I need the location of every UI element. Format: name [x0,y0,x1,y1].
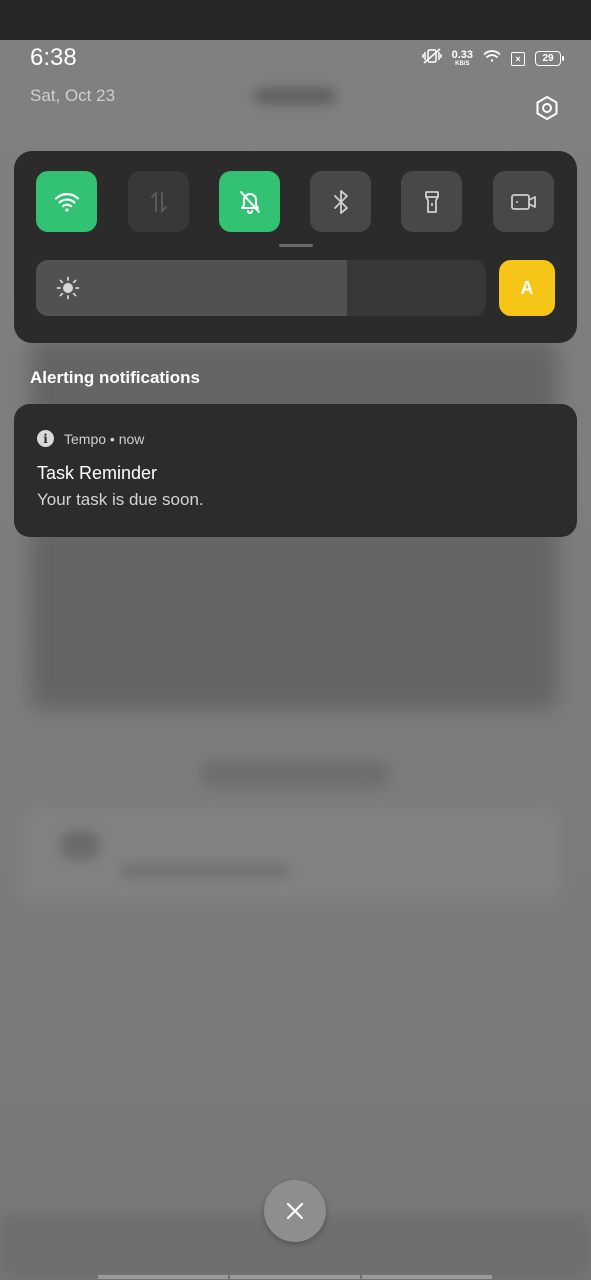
flashlight-tile[interactable] [401,171,462,232]
notification-body: Your task is due soon. [37,490,204,509]
background-app-title [255,88,335,104]
background-app-avatar [60,830,100,860]
gesture-bar-segment [230,1275,360,1279]
video-camera-icon [510,193,536,210]
notification-header: i Tempo • now [37,430,144,447]
background-app-button [200,760,390,788]
section-heading-alerting: Alerting notifications [30,368,200,387]
notification-title: Task Reminder [37,463,158,483]
no-sim-icon: × [511,51,525,66]
wifi-status-icon [483,49,501,68]
network-speed: 0.33 KB/S [451,49,473,68]
notification-app-name: Tempo [64,430,107,447]
bell-off-icon [239,190,260,214]
info-icon: i [37,430,54,447]
wifi-icon [54,192,79,212]
gesture-bar-segment [98,1275,228,1279]
notification-card[interactable]: i Tempo • now Task Reminder Your task is… [14,404,577,537]
flashlight-icon [424,190,439,213]
wifi-tile[interactable] [36,171,97,232]
bluetooth-icon [333,189,348,214]
network-speed-value: 0.33 [451,49,473,61]
close-icon [286,1202,304,1220]
settings-gear-icon [536,96,558,120]
status-icons: 0.33 KB/S × 29 [421,48,564,69]
settings-button[interactable] [531,92,563,124]
quick-settings-panel: A [14,151,577,343]
screen-record-tile[interactable] [493,171,554,232]
auto-brightness-button[interactable]: A [499,260,555,316]
brightness-slider[interactable] [36,260,486,316]
network-speed-unit: KB/S [455,61,470,67]
bluetooth-tile[interactable] [310,171,371,232]
brightness-sun-icon [56,276,80,305]
status-bar-background [0,0,591,40]
silent-mode-tile[interactable] [219,171,280,232]
notification-time: now [118,430,145,447]
mobile-data-icon [150,190,167,213]
panel-expand-handle[interactable] [279,244,313,247]
notification-separator: • [109,430,115,447]
clear-all-notifications-button[interactable] [264,1180,326,1242]
battery-icon: 29 [535,51,564,66]
vibrate-icon [421,48,442,69]
background-app-text [120,865,290,877]
brightness-slider-fill [36,260,347,316]
clock: 6:38 [30,44,77,71]
background-app-list [20,810,560,900]
mobile-data-tile[interactable] [128,171,189,232]
date-label: Sat, Oct 23 [30,86,116,105]
gesture-bar-segment [362,1275,492,1279]
